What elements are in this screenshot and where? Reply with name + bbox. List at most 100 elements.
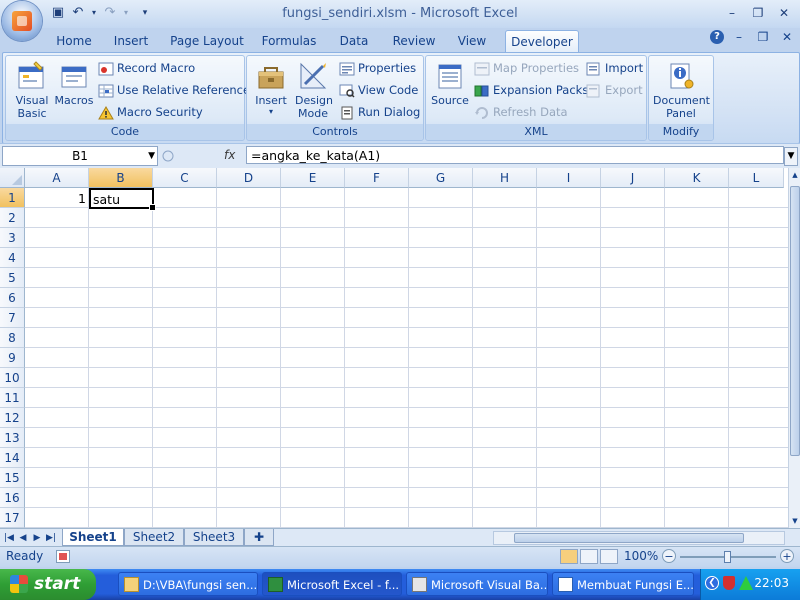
macro-recording-icon[interactable] xyxy=(56,550,70,563)
row-header-16[interactable]: 16 xyxy=(0,488,25,508)
zoom-out-button[interactable]: − xyxy=(662,549,676,563)
scroll-down-icon[interactable]: ▼ xyxy=(789,514,800,528)
horizontal-scroll-thumb[interactable] xyxy=(514,533,744,543)
tab-view[interactable]: View xyxy=(452,30,492,52)
column-header-h[interactable]: H xyxy=(473,168,537,188)
name-box[interactable]: B1 ▼ xyxy=(2,146,158,166)
vertical-scrollbar[interactable]: ▲ ▼ xyxy=(788,168,800,528)
first-sheet-icon[interactable]: |◀ xyxy=(2,530,16,546)
document-panel-button[interactable]: Document Panel xyxy=(651,60,711,120)
workbook-minimize-button[interactable]: – xyxy=(730,30,748,44)
row-header-13[interactable]: 13 xyxy=(0,428,25,448)
cell-a1[interactable]: 1 xyxy=(26,189,88,208)
row-header-3[interactable]: 3 xyxy=(0,228,25,248)
sheet-tab-sheet3[interactable]: Sheet3 xyxy=(184,529,244,546)
run-dialog-button[interactable]: Run Dialog xyxy=(339,103,420,121)
zoom-in-button[interactable]: + xyxy=(780,549,794,563)
tab-developer[interactable]: Developer xyxy=(505,30,579,53)
office-button[interactable] xyxy=(2,1,42,41)
workbook-close-button[interactable]: ✕ xyxy=(778,30,796,44)
taskbar-item-vba[interactable]: Microsoft Visual Ba... xyxy=(406,572,548,596)
row-header-9[interactable]: 9 xyxy=(0,348,25,368)
tab-home[interactable]: Home xyxy=(54,30,94,52)
horizontal-scrollbar[interactable] xyxy=(493,531,785,545)
name-box-dropdown-icon[interactable]: ▼ xyxy=(148,147,155,165)
start-button[interactable]: start xyxy=(0,569,96,600)
refresh-data-button[interactable]: Refresh Data xyxy=(474,103,568,121)
source-button[interactable]: Source xyxy=(430,60,470,107)
vertical-scroll-thumb[interactable] xyxy=(790,186,800,456)
workbook-restore-button[interactable]: ❐ xyxy=(754,30,772,44)
formula-input[interactable]: =angka_ke_kata(A1) xyxy=(246,146,784,164)
select-all-button[interactable] xyxy=(0,168,25,188)
properties-button[interactable]: Properties xyxy=(339,59,416,77)
row-header-2[interactable]: 2 xyxy=(0,208,25,228)
visual-basic-button[interactable]: Visual Basic xyxy=(10,60,54,120)
row-header-8[interactable]: 8 xyxy=(0,328,25,348)
insert-control-button[interactable]: Insert ▾ xyxy=(251,60,291,116)
next-sheet-icon[interactable]: ▶ xyxy=(30,530,44,546)
insert-function-button[interactable]: fx xyxy=(224,148,235,162)
worksheet-grid[interactable]: ABCDEFGHIJKL 1 2 3 4 5 6 7 8 9 10 11 12 13 14 15 16 17 xyxy=(0,168,800,528)
macros-button[interactable]: Macros xyxy=(54,60,94,107)
macro-security-button[interactable]: Macro Security xyxy=(98,103,203,121)
page-break-view-button[interactable] xyxy=(600,549,618,564)
row-header-7[interactable]: 7 xyxy=(0,308,25,328)
cell-area[interactable] xyxy=(25,188,788,528)
scroll-up-icon[interactable]: ▲ xyxy=(789,168,800,182)
insert-worksheet-icon[interactable]: ✚ xyxy=(244,529,274,546)
zoom-level[interactable]: 100% xyxy=(624,549,658,563)
column-header-j[interactable]: J xyxy=(601,168,665,188)
network-icon[interactable] xyxy=(739,576,753,590)
cell-b1[interactable]: satu xyxy=(89,188,156,211)
column-header-l[interactable]: L xyxy=(729,168,784,188)
use-relative-references-button[interactable]: Use Relative References xyxy=(98,81,256,99)
row-header-1[interactable]: 1 xyxy=(0,188,25,208)
last-sheet-icon[interactable]: ▶| xyxy=(44,530,58,546)
expansion-packs-button[interactable]: Expansion Packs xyxy=(474,81,588,99)
design-mode-button[interactable]: Design Mode xyxy=(291,60,335,120)
column-header-c[interactable]: C xyxy=(153,168,217,188)
taskbar-item-word[interactable]: Membuat Fungsi E... xyxy=(552,572,694,596)
row-header-4[interactable]: 4 xyxy=(0,248,25,268)
shield-icon[interactable] xyxy=(723,576,735,590)
row-header-5[interactable]: 5 xyxy=(0,268,25,288)
column-header-d[interactable]: D xyxy=(217,168,281,188)
tray-chevron-icon[interactable]: ❮ xyxy=(705,576,719,590)
row-header-14[interactable]: 14 xyxy=(0,448,25,468)
view-code-button[interactable]: View Code xyxy=(339,81,418,99)
taskbar-item-folder[interactable]: D:\VBA\fungsi sen... xyxy=(118,572,258,596)
column-header-g[interactable]: G xyxy=(409,168,473,188)
tab-page-layout[interactable]: Page Layout xyxy=(168,30,246,52)
row-header-6[interactable]: 6 xyxy=(0,288,25,308)
help-icon[interactable]: ? xyxy=(710,30,724,44)
tab-review[interactable]: Review xyxy=(388,30,440,52)
tab-insert[interactable]: Insert xyxy=(110,30,152,52)
sheet-tab-sheet2[interactable]: Sheet2 xyxy=(124,529,184,546)
zoom-slider-thumb[interactable] xyxy=(724,551,731,563)
page-layout-view-button[interactable] xyxy=(580,549,598,564)
row-header-17[interactable]: 17 xyxy=(0,508,25,528)
close-button[interactable]: ✕ xyxy=(772,4,796,22)
column-header-b[interactable]: B xyxy=(89,168,153,188)
restore-button[interactable]: ❐ xyxy=(746,4,770,22)
tab-data[interactable]: Data xyxy=(334,30,374,52)
export-button[interactable]: Export xyxy=(586,81,643,99)
column-header-a[interactable]: A xyxy=(25,168,89,188)
normal-view-button[interactable] xyxy=(560,549,578,564)
import-button[interactable]: Import xyxy=(586,59,643,77)
row-header-10[interactable]: 10 xyxy=(0,368,25,388)
record-macro-button[interactable]: Record Macro xyxy=(98,59,195,77)
sheet-tab-sheet1[interactable]: Sheet1 xyxy=(62,529,124,546)
row-header-11[interactable]: 11 xyxy=(0,388,25,408)
column-header-k[interactable]: K xyxy=(665,168,729,188)
row-header-15[interactable]: 15 xyxy=(0,468,25,488)
tab-formulas[interactable]: Formulas xyxy=(260,30,318,52)
expand-formula-bar-icon[interactable]: ▼ xyxy=(784,147,798,166)
prev-sheet-icon[interactable]: ◀ xyxy=(16,530,30,546)
column-header-i[interactable]: I xyxy=(537,168,601,188)
minimize-button[interactable]: – xyxy=(720,4,744,22)
map-properties-button[interactable]: Map Properties xyxy=(474,59,579,77)
column-header-e[interactable]: E xyxy=(281,168,345,188)
row-header-12[interactable]: 12 xyxy=(0,408,25,428)
